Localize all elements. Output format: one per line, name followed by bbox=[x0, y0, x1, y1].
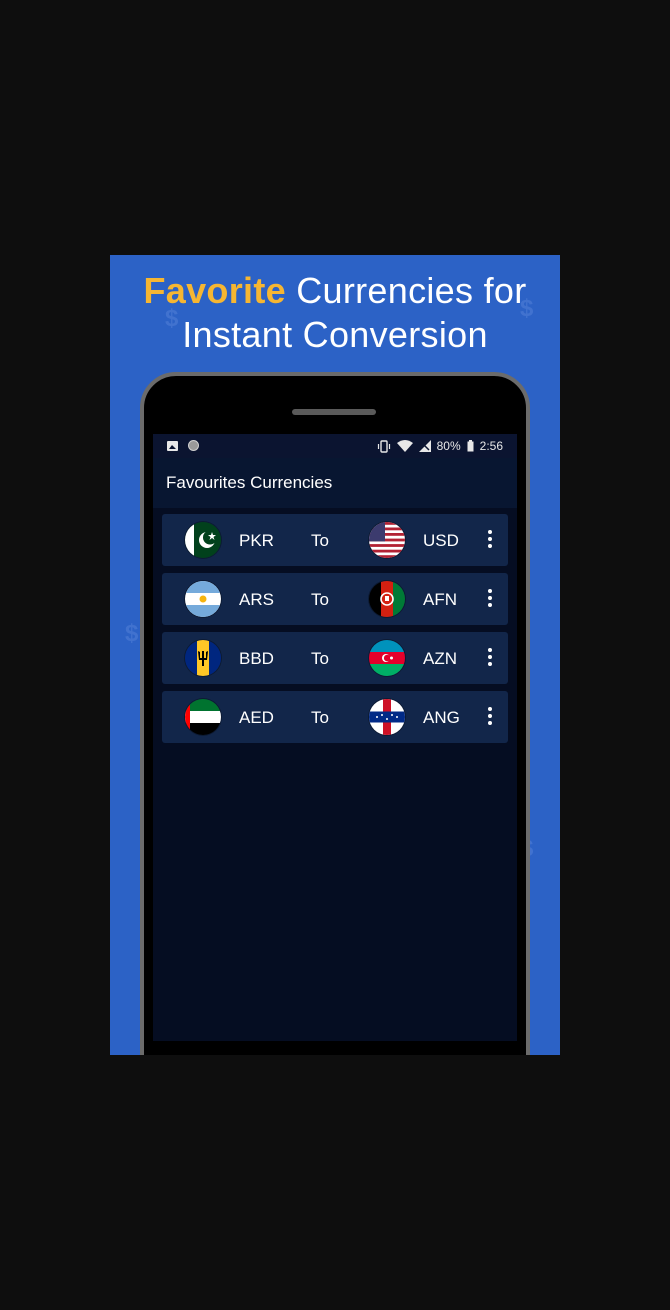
app-title: Favourites Currencies bbox=[166, 473, 333, 492]
to-currency-code: USD bbox=[423, 531, 459, 550]
no-signal-icon bbox=[418, 440, 431, 452]
battery-percent: 80% bbox=[436, 439, 461, 453]
barbados-flag-icon bbox=[185, 640, 221, 676]
to-currency-code: AZN bbox=[423, 649, 457, 668]
favourites-list: PKR To USD ARS To AFN BBD To AZN AED To … bbox=[162, 514, 508, 750]
pakistan-flag-icon bbox=[185, 522, 221, 558]
to-label: To bbox=[311, 531, 329, 550]
dollar-glyph-icon: $ bbox=[125, 620, 139, 647]
clock: 2:56 bbox=[479, 439, 503, 453]
phone-frame: 80% 2:56 Favourites Currencies PKR To US… bbox=[140, 372, 530, 1055]
headline-line1: Currencies for bbox=[285, 270, 527, 311]
to-currency-code: AFN bbox=[423, 590, 457, 609]
app-bar: Favourites Currencies bbox=[153, 458, 517, 508]
wifi-icon bbox=[396, 440, 413, 452]
promo-banner: $ $ $ $ Favorite Currencies for Instant … bbox=[110, 255, 560, 1055]
from-currency-code: BBD bbox=[239, 649, 274, 668]
battery-icon bbox=[467, 440, 474, 452]
favourite-row-pkr-usd[interactable]: PKR To USD bbox=[162, 514, 508, 566]
to-label: To bbox=[311, 649, 329, 668]
azerbaijan-flag-icon bbox=[369, 640, 405, 676]
favourite-row-ars-afn[interactable]: ARS To AFN bbox=[162, 573, 508, 625]
more-options-icon[interactable] bbox=[482, 705, 498, 729]
phone-speaker bbox=[292, 409, 376, 415]
promo-headline: Favorite Currencies for Instant Conversi… bbox=[110, 269, 560, 357]
vibrate-icon bbox=[377, 439, 390, 453]
argentina-flag-icon bbox=[185, 581, 221, 617]
more-options-icon[interactable] bbox=[482, 646, 498, 670]
to-label: To bbox=[311, 708, 329, 727]
favourite-row-aed-ang[interactable]: AED To ANG bbox=[162, 691, 508, 743]
image-icon bbox=[167, 440, 178, 451]
to-label: To bbox=[311, 590, 329, 609]
more-options-icon[interactable] bbox=[482, 528, 498, 552]
afghanistan-flag-icon bbox=[369, 581, 405, 617]
to-currency-code: ANG bbox=[423, 708, 460, 727]
headline-highlight: Favorite bbox=[143, 270, 286, 311]
more-options-icon[interactable] bbox=[482, 587, 498, 611]
circle-icon bbox=[188, 440, 199, 451]
favourite-row-bbd-azn[interactable]: BBD To AZN bbox=[162, 632, 508, 684]
from-currency-code: PKR bbox=[239, 531, 274, 550]
from-currency-code: AED bbox=[239, 708, 274, 727]
uae-flag-icon bbox=[185, 699, 221, 735]
from-currency-code: ARS bbox=[239, 590, 274, 609]
status-bar: 80% 2:56 bbox=[153, 434, 517, 458]
usa-flag-icon bbox=[369, 522, 405, 558]
app-screen: 80% 2:56 Favourites Currencies PKR To US… bbox=[153, 434, 517, 1041]
netherlands-antilles-flag-icon bbox=[369, 699, 405, 735]
headline-line2: Instant Conversion bbox=[182, 314, 488, 355]
